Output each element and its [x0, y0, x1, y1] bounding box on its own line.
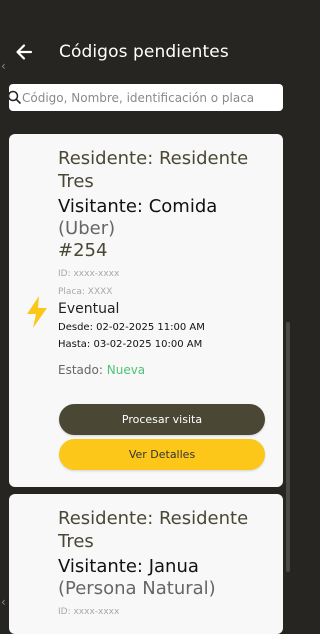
date-to: Hasta: 03-02-2025 10:00 AM [58, 339, 203, 350]
search-icon [9, 90, 21, 104]
app-header: Códigos pendientes [0, 0, 291, 80]
visitor-name: Visitante: Comida [58, 196, 218, 217]
visitor-id: ID: xxxx-xxxx [58, 269, 120, 279]
visitor-name: Visitante: Janua [58, 556, 199, 577]
lightning-bolt-icon [27, 296, 47, 328]
edge-arrow-icon: ‹ [1, 59, 6, 73]
visitor-id: ID: xxxx-xxxx [58, 607, 120, 617]
visitor-type: (Persona Natural) [58, 578, 216, 599]
edge-arrow-icon: ‹ [1, 595, 6, 609]
scrollbar[interactable] [286, 322, 290, 572]
page-title: Códigos pendientes [59, 42, 229, 62]
visit-card: Residente: Residente Tres Visitante: Jan… [9, 494, 283, 634]
view-details-button[interactable]: Ver Detalles [59, 439, 265, 470]
search-input[interactable] [22, 84, 282, 111]
date-from: Desde: 02-02-2025 11:00 AM [58, 322, 205, 333]
resident-name: Residente: Residente Tres [58, 148, 249, 192]
status-line: Estado: Nueva [58, 363, 145, 378]
visit-kind: Eventual [58, 301, 120, 317]
status-label: Estado: [58, 363, 103, 377]
resident-name: Residente: Residente Tres [58, 508, 249, 552]
visit-card: Residente: Residente Tres Visitante: Com… [9, 134, 283, 487]
process-visit-button[interactable]: Procesar visita [59, 404, 265, 435]
search-bar[interactable] [9, 84, 283, 111]
back-arrow-icon [16, 44, 33, 60]
plate: Placa: XXXX [58, 287, 113, 297]
status-badge: Nueva [106, 363, 146, 377]
back-button[interactable] [14, 42, 34, 62]
visitor-type: (Uber) [58, 218, 116, 239]
visit-code: #254 [58, 240, 108, 261]
